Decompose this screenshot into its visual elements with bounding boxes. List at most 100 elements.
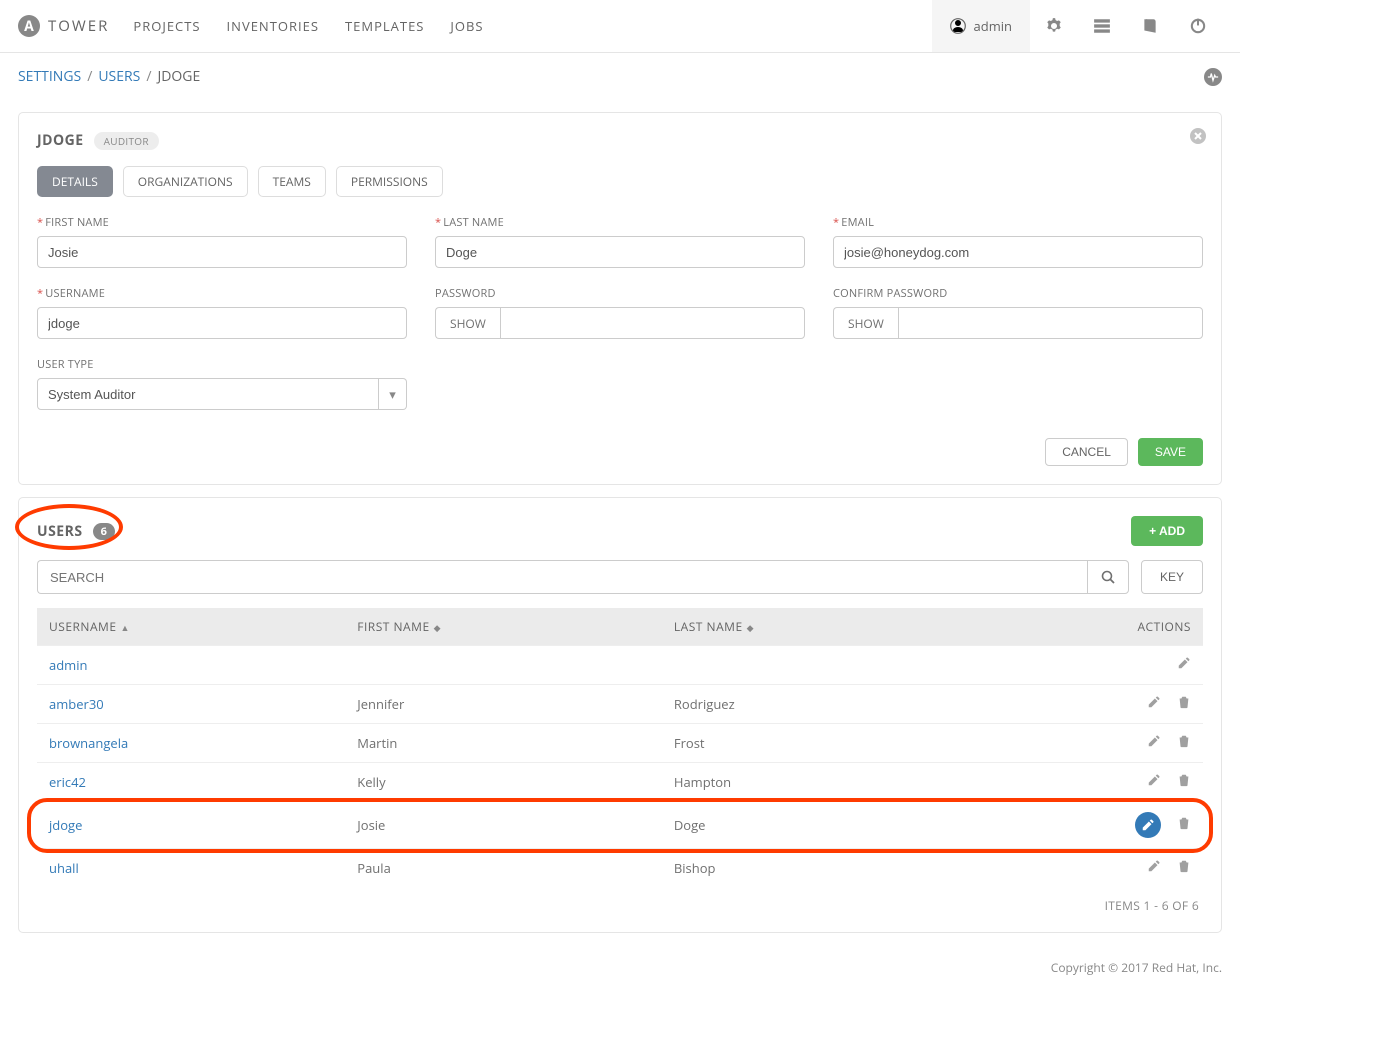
email-input[interactable] (833, 236, 1203, 268)
current-user[interactable]: admin (932, 0, 1030, 52)
username-input[interactable] (37, 307, 407, 339)
cell-last-name: Hampton (662, 763, 968, 802)
delete-button[interactable] (1177, 859, 1191, 877)
trash-icon (1177, 859, 1191, 873)
portal-button[interactable] (1078, 0, 1126, 52)
col-username[interactable]: USERNAME▲ (37, 608, 345, 646)
cell-last-name: Frost (662, 724, 968, 763)
label-password: PASSWORD (435, 286, 805, 301)
nav-jobs[interactable]: JOBS (450, 17, 483, 35)
cell-first-name: Martin (345, 724, 662, 763)
user-link[interactable]: eric42 (49, 773, 86, 791)
sort-icon: ◆ (747, 621, 754, 634)
confirm-show-toggle[interactable]: SHOW (833, 307, 898, 339)
breadcrumb-sep: / (87, 67, 92, 86)
power-icon (1189, 17, 1207, 35)
breadcrumb-settings[interactable]: SETTINGS (18, 67, 81, 86)
edit-button[interactable] (1147, 734, 1161, 752)
nav-links: PROJECTS INVENTORIES TEMPLATES JOBS (133, 17, 483, 35)
tab-permissions[interactable]: PERMISSIONS (336, 166, 443, 197)
search-icon (1101, 570, 1115, 584)
activity-icon (1207, 71, 1219, 83)
users-count-badge: 6 (93, 523, 115, 540)
delete-button[interactable] (1177, 816, 1191, 834)
settings-button[interactable] (1030, 0, 1078, 52)
table-row: admin (37, 646, 1203, 685)
close-panel-button[interactable] (1189, 127, 1207, 145)
cell-first-name (345, 646, 662, 685)
delete-button[interactable] (1177, 734, 1191, 752)
book-icon (1141, 17, 1159, 35)
label-last-name: *LAST NAME (435, 215, 805, 230)
table-row: eric42 KellyHampton (37, 763, 1203, 802)
tab-organizations[interactable]: ORGANIZATIONS (123, 166, 248, 197)
logout-button[interactable] (1174, 0, 1222, 52)
detail-tabs: DETAILS ORGANIZATIONS TEAMS PERMISSIONS (37, 166, 1203, 197)
trash-icon (1177, 734, 1191, 748)
edit-button[interactable] (1147, 859, 1161, 877)
col-first-name[interactable]: FIRST NAME◆ (345, 608, 662, 646)
sort-asc-icon: ▲ (121, 621, 130, 634)
trash-icon (1177, 816, 1191, 830)
pencil-icon (1147, 773, 1161, 787)
user-link[interactable]: brownangela (49, 734, 128, 752)
col-last-name[interactable]: LAST NAME◆ (662, 608, 968, 646)
user-detail-panel: JDOGE AUDITOR DETAILSORGANIZATIONSTEAMSP… (18, 112, 1222, 485)
nav-projects[interactable]: PROJECTS (133, 17, 200, 35)
label-first-name: *FIRST NAME (37, 215, 407, 230)
user-link[interactable]: uhall (49, 859, 79, 877)
breadcrumb-users[interactable]: USERS (98, 67, 140, 86)
footer-copyright: Copyright © 2017 Red Hat, Inc. (0, 945, 1240, 1000)
tab-details[interactable]: DETAILS (37, 166, 113, 197)
edit-button[interactable] (1147, 773, 1161, 791)
cell-last-name (662, 646, 968, 685)
cell-last-name: Bishop (662, 849, 968, 888)
first-name-input[interactable] (37, 236, 407, 268)
label-email: *EMAIL (833, 215, 1203, 230)
add-user-button[interactable]: + ADD (1131, 516, 1203, 546)
user-link[interactable]: jdoge (49, 816, 82, 834)
password-show-toggle[interactable]: SHOW (435, 307, 500, 339)
user-link[interactable]: admin (49, 656, 87, 674)
tab-teams[interactable]: TEAMS (258, 166, 326, 197)
search-input[interactable] (37, 560, 1087, 594)
pagination-info: ITEMS 1 - 6 OF 6 (37, 887, 1203, 914)
nav-templates[interactable]: TEMPLATES (345, 17, 424, 35)
delete-button[interactable] (1177, 695, 1191, 713)
confirm-password-input[interactable] (898, 307, 1203, 339)
breadcrumb: SETTINGS / USERS / JDOGE (0, 53, 1240, 100)
cell-last-name: Doge (662, 802, 968, 849)
trash-icon (1177, 773, 1191, 787)
save-button[interactable]: SAVE (1138, 438, 1203, 466)
current-user-name: admin (974, 17, 1012, 35)
search-button[interactable] (1087, 560, 1129, 594)
stack-icon (1093, 17, 1111, 35)
user-type-caret[interactable]: ▾ (379, 378, 407, 410)
cell-first-name: Kelly (345, 763, 662, 802)
edit-button[interactable] (1177, 656, 1191, 674)
nav-inventories[interactable]: INVENTORIES (227, 17, 319, 35)
breadcrumb-sep: / (146, 67, 151, 86)
cell-first-name: Josie (345, 802, 662, 849)
brand[interactable]: A TOWER (18, 15, 109, 37)
user-type-select[interactable] (37, 378, 379, 410)
pencil-icon (1147, 734, 1161, 748)
sort-icon: ◆ (434, 621, 441, 634)
edit-button[interactable] (1147, 695, 1161, 713)
password-input[interactable] (500, 307, 805, 339)
key-button[interactable]: KEY (1141, 560, 1203, 594)
pencil-icon (1147, 695, 1161, 709)
docs-button[interactable] (1126, 0, 1174, 52)
users-list-panel: USERS 6 + ADD KEY USERNAME▲ FIRST NAME◆ … (18, 497, 1222, 933)
edit-button[interactable] (1135, 812, 1161, 838)
last-name-input[interactable] (435, 236, 805, 268)
user-link[interactable]: amber30 (49, 695, 104, 713)
brand-text: TOWER (48, 16, 109, 36)
cancel-button[interactable]: CANCEL (1045, 438, 1128, 466)
delete-button[interactable] (1177, 773, 1191, 791)
activity-stream-button[interactable] (1204, 68, 1222, 86)
pencil-icon (1177, 656, 1191, 670)
label-username: *USERNAME (37, 286, 407, 301)
table-row: uhallPaulaBishop (37, 849, 1203, 888)
user-icon (950, 18, 966, 34)
